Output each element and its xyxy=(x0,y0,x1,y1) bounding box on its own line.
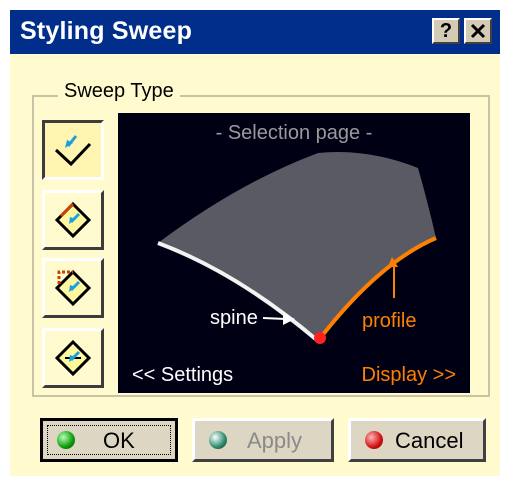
profile-label: profile xyxy=(362,310,416,332)
preview-header-text: - Selection page - xyxy=(216,122,373,144)
sweep-guide-icon xyxy=(54,269,92,307)
ok-focus-rect xyxy=(47,425,171,455)
title-bar[interactable]: Styling Sweep ? xyxy=(10,10,500,54)
sweep-preview-graphic: - Selection page - spine profile << Sett… xyxy=(132,122,457,386)
red-ball-icon xyxy=(365,431,383,449)
settings-link: << Settings xyxy=(132,364,233,386)
sweep-type-near-button[interactable] xyxy=(42,328,104,388)
close-icon xyxy=(470,23,486,39)
spine-label: spine xyxy=(210,307,258,329)
sweep-near-icon xyxy=(54,339,92,377)
apply-button[interactable]: Apply xyxy=(192,418,334,462)
apply-label: Apply xyxy=(247,428,303,453)
sweep-type-guide-button[interactable] xyxy=(42,258,104,318)
display-link: Display >> xyxy=(362,364,457,386)
sweep-profile-spine-icon xyxy=(54,201,92,239)
apply-ball-icon xyxy=(209,431,227,449)
cancel-label: Cancel xyxy=(395,428,464,453)
sweep-preview-panel[interactable]: - Selection page - spine profile << Sett… xyxy=(118,113,470,393)
styling-sweep-dialog: Styling Sweep ? Sweep Type - Selection p… xyxy=(0,0,511,487)
sweep-type-profile-spine-button[interactable] xyxy=(42,190,104,250)
sweep-type-explicit-button[interactable] xyxy=(42,120,104,180)
explicit-sweep-icon xyxy=(54,135,92,167)
window-title: Styling Sweep xyxy=(20,17,193,45)
ok-button[interactable]: OK xyxy=(40,418,178,462)
help-button[interactable]: ? xyxy=(432,18,460,44)
close-button[interactable] xyxy=(464,18,492,44)
sweep-type-label: Sweep Type xyxy=(58,80,180,103)
cancel-button[interactable]: Cancel xyxy=(348,418,486,462)
